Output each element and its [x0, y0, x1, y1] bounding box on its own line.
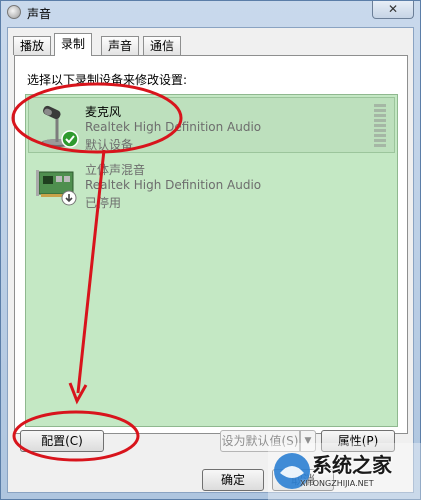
- sound-dialog: 声音 ✕ 播放 录制 声音 通信 选择以下录制设备来修改设置: 麦克风 Real…: [0, 0, 421, 500]
- configure-button[interactable]: 配置(C): [20, 430, 104, 452]
- device-status: 已停用: [85, 196, 122, 210]
- device-driver: Realtek High Definition Audio: [85, 120, 262, 134]
- close-button[interactable]: ✕: [372, 1, 414, 19]
- window-title: 声音: [27, 7, 52, 21]
- device-item-stereo-mix[interactable]: 立体声混音 Realtek High Definition Audio 已停用: [28, 155, 395, 211]
- device-item-microphone[interactable]: 麦克风 Realtek High Definition Audio 默认设备: [28, 97, 395, 153]
- check-badge-icon: [61, 130, 79, 148]
- recording-tab-panel: 选择以下录制设备来修改设置: 麦克风 Realtek High Definiti…: [14, 55, 408, 434]
- disabled-arrow-badge-icon: [61, 190, 77, 206]
- instruction-text: 选择以下录制设备来修改设置:: [27, 73, 188, 87]
- watermark-url: XITONGZHIJIA.NET: [300, 479, 374, 488]
- speaker-app-icon: [7, 5, 21, 19]
- device-name: 麦克风: [85, 105, 122, 119]
- device-status: 默认设备: [85, 138, 134, 152]
- title-bar[interactable]: 声音 ✕: [1, 1, 420, 25]
- tab-recording[interactable]: 录制: [54, 33, 93, 56]
- level-meter: [374, 104, 386, 148]
- dialog-body: 播放 录制 声音 通信 选择以下录制设备来修改设置: 麦克风 Realtek H…: [7, 27, 414, 493]
- watermark-text: 系统之家: [312, 453, 392, 477]
- microphone-icon: [41, 105, 79, 148]
- tab-playback[interactable]: 播放: [13, 36, 52, 55]
- tab-communications[interactable]: 通信: [143, 36, 182, 55]
- recording-device-list[interactable]: 麦克风 Realtek High Definition Audio 默认设备 立…: [25, 94, 398, 427]
- device-driver: Realtek High Definition Audio: [85, 178, 262, 192]
- ok-button[interactable]: 确定: [202, 469, 264, 491]
- sound-card-icon: [36, 170, 77, 206]
- device-name: 立体声混音: [85, 163, 146, 177]
- tab-sounds[interactable]: 声音: [101, 36, 140, 55]
